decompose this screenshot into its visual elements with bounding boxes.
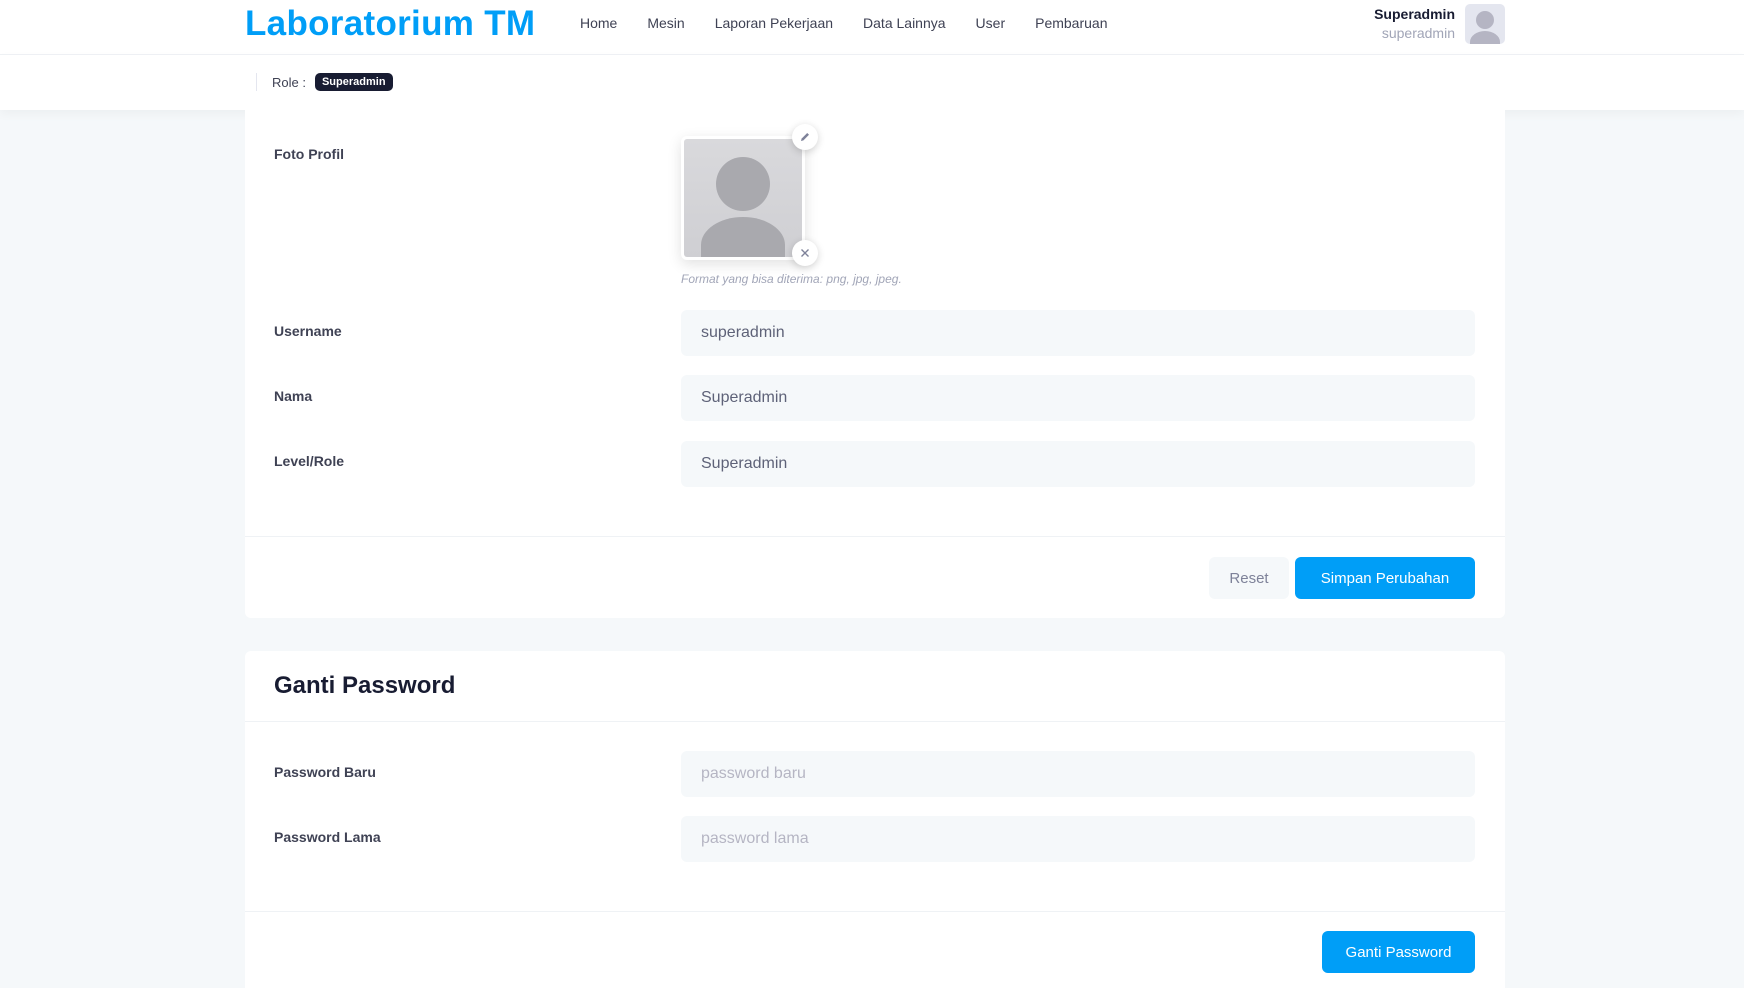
nav-item-data-lainnya[interactable]: Data Lainnya bbox=[863, 15, 946, 31]
nav-item-laporan-pekerjaan[interactable]: Laporan Pekerjaan bbox=[715, 15, 833, 31]
profile-photo bbox=[681, 136, 805, 260]
change-password-button[interactable]: Ganti Password bbox=[1322, 931, 1475, 973]
user-menu[interactable]: Superadmin superadmin bbox=[1374, 4, 1505, 44]
close-icon bbox=[801, 249, 809, 257]
user-info: Superadmin superadmin bbox=[1374, 4, 1455, 43]
nav-item-mesin[interactable]: Mesin bbox=[647, 15, 684, 31]
main-nav: Home Mesin Laporan Pekerjaan Data Lainny… bbox=[580, 0, 1138, 45]
edit-photo-button[interactable] bbox=[792, 124, 818, 150]
role-field-label: Level/Role bbox=[274, 453, 345, 469]
user-login: superadmin bbox=[1381, 25, 1455, 41]
avatar-head-shape bbox=[716, 157, 770, 211]
role-indicator: Role : Superadmin bbox=[256, 73, 393, 91]
role-field[interactable]: Superadmin bbox=[681, 441, 1475, 487]
role-label: Role : bbox=[272, 74, 306, 90]
nama-field[interactable]: Superadmin bbox=[681, 375, 1475, 421]
password-card: Ganti Password Password Baru password ba… bbox=[245, 651, 1505, 988]
pencil-icon bbox=[801, 133, 809, 141]
avatar-head-shape bbox=[1476, 11, 1494, 29]
nama-label: Nama bbox=[274, 388, 313, 404]
reset-button[interactable]: Reset bbox=[1209, 557, 1289, 599]
old-password-field[interactable]: password lama bbox=[681, 816, 1475, 862]
old-password-label: Password Lama bbox=[274, 829, 381, 845]
top-header: Laboratorium TM Home Mesin Laporan Peker… bbox=[0, 0, 1744, 55]
role-badge: Superadmin bbox=[314, 73, 393, 91]
save-button[interactable]: Simpan Perubahan bbox=[1295, 557, 1475, 599]
new-password-label: Password Baru bbox=[274, 764, 376, 780]
blank-avatar-image bbox=[684, 139, 802, 257]
nav-item-home[interactable]: Home bbox=[580, 15, 617, 31]
username-label: Username bbox=[274, 323, 342, 339]
user-name: Superadmin bbox=[1374, 6, 1455, 22]
nav-item-pembaruan[interactable]: Pembaruan bbox=[1035, 15, 1107, 31]
new-password-field[interactable]: password baru bbox=[681, 751, 1475, 797]
username-field[interactable]: superadmin bbox=[681, 310, 1475, 356]
brand-title[interactable]: Laboratorium TM bbox=[245, 4, 535, 44]
password-card-title: Ganti Password bbox=[274, 672, 456, 699]
avatar-body-shape bbox=[1470, 31, 1500, 44]
profile-card: Foto Profil Format yang bisa diterima: p… bbox=[245, 98, 1505, 618]
card-divider bbox=[245, 536, 1505, 537]
nav-item-user[interactable]: User bbox=[976, 15, 1006, 31]
card-divider bbox=[245, 721, 1505, 722]
photo-label: Foto Profil bbox=[274, 146, 344, 162]
photo-format-hint: Format yang bisa diterima: png, jpg, jpe… bbox=[681, 272, 902, 286]
card-divider bbox=[245, 911, 1505, 912]
avatar[interactable] bbox=[1465, 4, 1505, 44]
avatar-body-shape bbox=[701, 217, 785, 257]
remove-photo-button[interactable] bbox=[792, 240, 818, 266]
